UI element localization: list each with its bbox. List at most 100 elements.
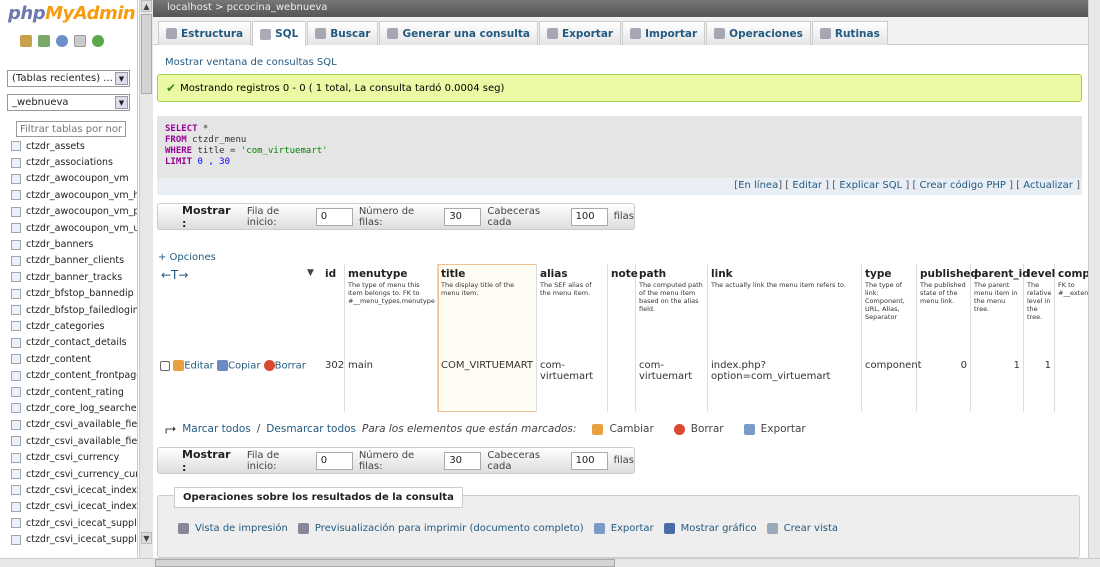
tab-query[interactable]: Generar una consulta <box>379 21 538 45</box>
tab-import[interactable]: Importar <box>622 21 706 45</box>
check-all-link[interactable]: Marcar todos <box>182 423 251 435</box>
column-header-published[interactable]: published The published state of the menu… <box>917 264 978 356</box>
sidebar-table-item[interactable]: ctzdr_awocoupon_vm <box>11 171 137 187</box>
server-link[interactable]: localhost <box>167 2 212 13</box>
delete-selected-button[interactable]: Borrar <box>691 423 724 435</box>
column-header-path[interactable]: path The computed path of the menu item b… <box>636 264 708 356</box>
create-php-code-link[interactable]: Crear código PHP <box>920 180 1006 191</box>
sidebar-table-item[interactable]: ctzdr_content <box>11 351 137 367</box>
database-link[interactable]: pccocina_webnueva <box>227 2 328 13</box>
sidebar-table-item[interactable]: ctzdr_banner_clients <box>11 253 137 269</box>
home-icon[interactable] <box>20 35 32 47</box>
cell-parent_id[interactable]: 1 <box>971 356 1024 412</box>
sidebar-table-item[interactable]: ctzdr_awocoupon_vm_hist <box>11 187 137 203</box>
print-view-link[interactable]: Vista de impresión <box>195 523 288 534</box>
tab-sql[interactable]: SQL <box>252 21 307 46</box>
column-header-type[interactable]: type The type of link: Component, URL, Al… <box>862 264 917 356</box>
options-toggle[interactable]: + Opciones <box>158 252 216 263</box>
sidebar-table-item[interactable]: ctzdr_categories <box>11 318 137 334</box>
sidebar-table-item[interactable]: ctzdr_bfstop_failedlogin <box>11 302 137 318</box>
sidebar-table-item[interactable]: ctzdr_csvi_available_fields <box>11 433 137 449</box>
sidebar-table-item[interactable]: ctzdr_banners <box>11 236 137 252</box>
help-icon[interactable] <box>56 35 68 47</box>
tab-routines[interactable]: Rutinas <box>811 21 888 45</box>
sidebar-table-item[interactable]: ctzdr_bfstop_bannedip <box>11 286 137 302</box>
sidebar-table-item[interactable]: ctzdr_banner_tracks <box>11 269 137 285</box>
scroll-thumb[interactable] <box>141 14 152 94</box>
sidebar-table-item[interactable]: ctzdr_content_frontpage <box>11 367 137 383</box>
sidebar-table-item[interactable]: ctzdr_awocoupon_vm_use <box>11 220 137 236</box>
sidebar-table-item[interactable]: ctzdr_csvi_icecat_supplie <box>11 531 137 547</box>
delete-row-link[interactable]: Borrar <box>275 361 306 372</box>
cell-link[interactable]: index.php?option=com_virtuemart <box>708 356 862 412</box>
cell-path[interactable]: com-virtuemart <box>636 356 708 412</box>
column-header-title[interactable]: title The display title of the menu item. <box>438 264 537 356</box>
scroll-down-icon[interactable]: ▼ <box>141 532 152 544</box>
column-header-parent_id[interactable]: parent_id The parent menu item in the men… <box>971 264 1030 356</box>
sidebar-table-item[interactable]: ctzdr_contact_details <box>11 335 137 351</box>
sidebar-table-item[interactable]: ctzdr_assets <box>11 138 137 154</box>
scroll-up-icon[interactable]: ▲ <box>141 0 152 12</box>
sidebar-table-item[interactable]: ctzdr_csvi_icecat_index <box>11 482 137 498</box>
sidebar-table-item[interactable]: ctzdr_associations <box>11 154 137 170</box>
copy-row-link[interactable]: Copiar <box>228 361 260 372</box>
show-sql-window-link[interactable]: Mostrar ventana de consultas SQL <box>165 57 337 68</box>
export-link[interactable]: Exportar <box>611 523 654 534</box>
tab-search[interactable]: Buscar <box>307 21 379 45</box>
column-header-link[interactable]: link The actually link the menu item refe… <box>708 264 862 356</box>
tab-structure[interactable]: Estructura <box>158 21 252 45</box>
recent-tables-select[interactable]: (Tablas recientes) ... ▼ <box>7 70 130 87</box>
refresh-link[interactable]: Actualizar <box>1023 180 1073 191</box>
change-selected-button[interactable]: Cambiar <box>609 423 653 435</box>
column-header-id[interactable]: id <box>322 264 345 356</box>
sidebar-table-item[interactable]: ctzdr_awocoupon_vm_pro <box>11 204 137 220</box>
edit-row-link[interactable]: Editar <box>184 361 214 372</box>
column-header-note[interactable]: note <box>608 264 638 356</box>
inline-edit-link[interactable]: En línea <box>738 180 778 191</box>
sidebar-table-item[interactable]: ctzdr_csvi_currency_curre <box>11 466 137 482</box>
start-row-input[interactable]: 0 <box>315 207 353 226</box>
column-header-level[interactable]: level The relative level in the tree. <box>1024 264 1055 356</box>
logout-icon[interactable] <box>38 35 50 47</box>
headers-every-input[interactable]: 100 <box>570 451 608 470</box>
sidebar-table-item[interactable]: ctzdr_core_log_searches <box>11 400 137 416</box>
cell-type[interactable]: component <box>862 356 922 412</box>
main-vertical-scrollbar[interactable] <box>1088 0 1100 558</box>
cell-published[interactable]: 0 <box>917 356 971 412</box>
sidebar-table-item[interactable]: ctzdr_csvi_currency <box>11 449 137 465</box>
print-preview-full-link[interactable]: Previsualización para imprimir (document… <box>315 523 584 534</box>
logo[interactable]: phpMyAdmin <box>8 3 136 24</box>
explain-sql-link[interactable]: Explicar SQL <box>839 180 902 191</box>
sidebar-table-item[interactable]: ctzdr_csvi_icecat_index_c <box>11 499 137 515</box>
column-header-menutype[interactable]: menutype The type of menu this item belon… <box>345 264 438 356</box>
uncheck-all-link[interactable]: Desmarcar todos <box>266 423 356 435</box>
cell-id[interactable]: 302 <box>322 356 345 412</box>
headers-every-input[interactable]: 100 <box>570 207 608 226</box>
horizontal-scrollbar[interactable] <box>0 558 1100 567</box>
table-filter-input[interactable] <box>16 121 126 137</box>
reload-icon[interactable] <box>92 35 104 47</box>
cell-note[interactable] <box>608 356 636 412</box>
cell-menutype[interactable]: main <box>345 356 438 412</box>
tab-export[interactable]: Exportar <box>538 21 622 45</box>
sidebar-table-item[interactable]: ctzdr_content_rating <box>11 384 137 400</box>
column-header-alias[interactable]: alias The SEF alias of the menu item. <box>537 264 608 356</box>
row-count-input[interactable]: 30 <box>444 451 482 470</box>
create-view-link[interactable]: Crear vista <box>784 523 838 534</box>
edit-link[interactable]: Editar <box>792 180 822 191</box>
cell-alias[interactable]: com-virtuemart <box>537 356 608 412</box>
row-checkbox[interactable] <box>160 360 170 371</box>
sidebar-table-item[interactable]: ctzdr_csvi_icecat_supplie <box>11 515 137 531</box>
start-row-input[interactable]: 0 <box>315 451 353 470</box>
database-select[interactable]: _webnueva ▼ <box>7 94 130 111</box>
export-selected-button[interactable]: Exportar <box>761 423 806 435</box>
cell-title[interactable]: COM_VIRTUEMART <box>438 356 537 412</box>
show-chart-link[interactable]: Mostrar gráfico <box>681 523 757 534</box>
scroll-thumb[interactable] <box>155 559 615 567</box>
sort-dropdown-icon[interactable]: ▼ <box>307 268 314 278</box>
docs-icon[interactable] <box>74 35 86 47</box>
tab-operations[interactable]: Operaciones <box>706 21 811 45</box>
sidebar-table-item[interactable]: ctzdr_csvi_available_fields <box>11 417 137 433</box>
cell-level[interactable]: 1 <box>1024 356 1055 412</box>
row-count-input[interactable]: 30 <box>444 207 482 226</box>
